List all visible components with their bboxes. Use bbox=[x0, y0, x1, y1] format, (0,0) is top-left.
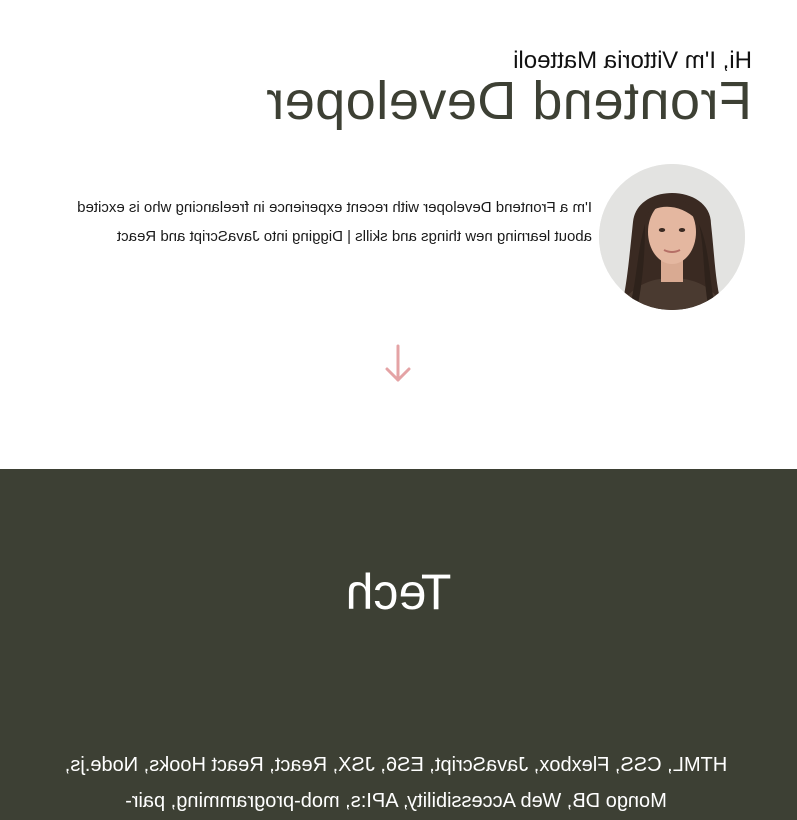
page: Hi, I'm Vittoria Matteoli Frontend Devel… bbox=[0, 0, 797, 820]
tech-list: HTML, CSS, Flexbox, JavaScript, ES6, JSX… bbox=[64, 754, 728, 812]
arrow-down-icon bbox=[385, 344, 411, 382]
intro-text: I'm a Frontend Developer with recent exp… bbox=[77, 199, 592, 245]
scroll-down-button[interactable] bbox=[385, 344, 411, 384]
tech-title: Tech bbox=[345, 564, 452, 620]
tech-section: Tech HTML, CSS, Flexbox, JavaScript, ES6… bbox=[0, 469, 797, 820]
hero-section: Hi, I'm Vittoria Matteoli Frontend Devel… bbox=[0, 0, 797, 469]
portrait-photo bbox=[599, 164, 745, 310]
role-title: Frontend Developer bbox=[265, 71, 752, 131]
avatar bbox=[599, 164, 745, 310]
mirrored-content: Hi, I'm Vittoria Matteoli Frontend Devel… bbox=[0, 0, 797, 820]
